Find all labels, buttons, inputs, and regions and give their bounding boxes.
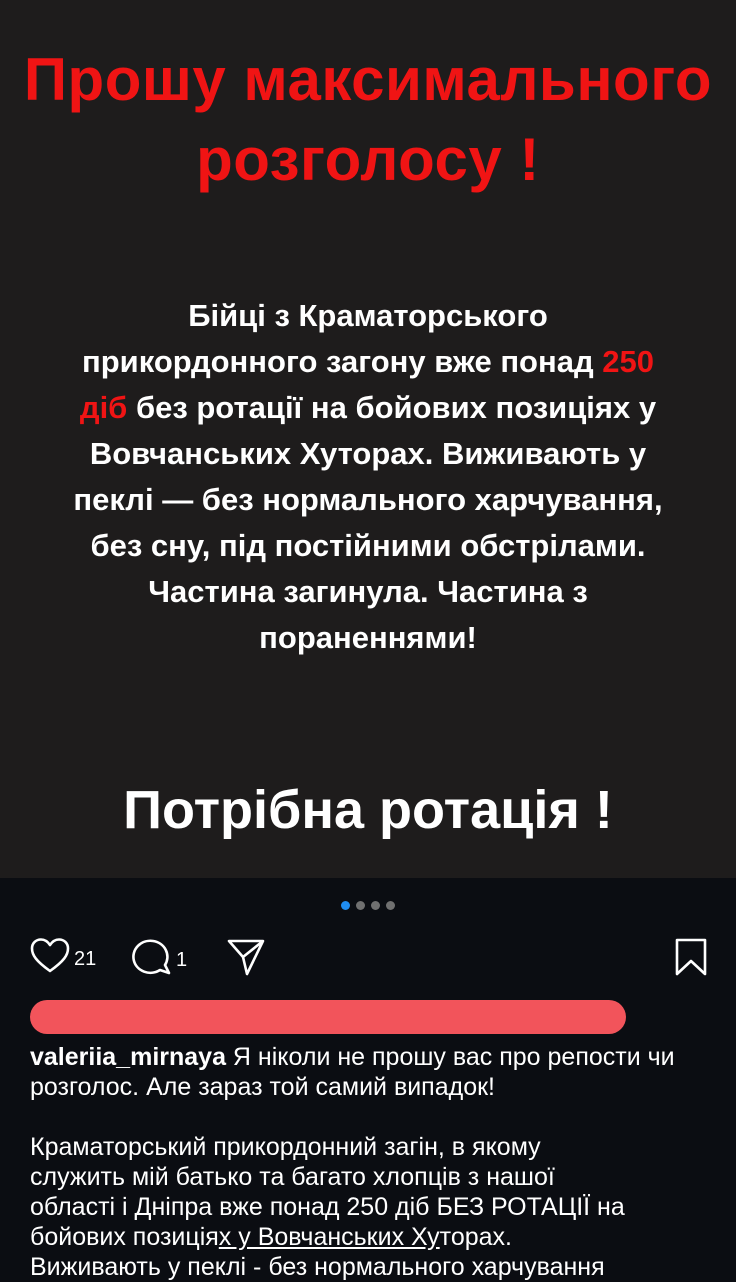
headline-line: розголосу ! [196, 126, 540, 193]
caption-line: бойових позиціях у Вовчанських Хуторах. [30, 1223, 512, 1251]
bookmark-icon[interactable] [674, 937, 708, 977]
highlight-word: діб [79, 390, 128, 425]
redaction-mark [30, 1000, 626, 1034]
share-action[interactable] [226, 937, 266, 977]
appeal-line: Бійці з Краматорського [188, 298, 548, 333]
appeal-line: Частина загинула. Частина з [148, 574, 588, 609]
share-icon[interactable] [226, 937, 266, 977]
caption-paragraph: valeriia_mirnaya Я ніколи не прошу вас п… [30, 1042, 710, 1102]
like-action[interactable]: 21 [30, 937, 96, 975]
comment-action[interactable]: 1 [132, 937, 187, 977]
username[interactable]: valeriia_mirnaya [30, 1043, 226, 1071]
highlight-number: 250 [602, 344, 654, 379]
call-to-action: Потрібна ротація ! [123, 780, 613, 840]
underlined-text: х у Вовчанських Ху [218, 1223, 440, 1251]
comment-icon[interactable] [132, 937, 172, 977]
headline: Прошу максимального розголосу ! [0, 40, 736, 200]
caption-line: Виживають у пеклі - без нормального харч… [30, 1253, 605, 1281]
appeal-line: Вовчанських Хуторах. Виживають у [89, 436, 647, 471]
comment-count[interactable]: 1 [176, 949, 187, 972]
caption-paragraph: Краматорський прикордонний загін, в яком… [30, 1132, 710, 1282]
carousel-dot[interactable] [386, 901, 395, 910]
caption-line: області і Дніпра вже понад 250 діб БЕЗ Р… [30, 1193, 625, 1221]
post-image[interactable]: Прошу максимального розголосу ! Бійці з … [0, 0, 736, 878]
appeal-line: без сну, під постійними обстрілами. [90, 528, 646, 563]
caption-line: Краматорський прикордонний загін, в яком… [30, 1133, 541, 1161]
appeal-line: пораненнями! [259, 620, 477, 655]
heart-icon[interactable] [30, 937, 70, 975]
appeal-text: Бійці з Краматорського прикордонного заг… [0, 293, 736, 661]
appeal-line: прикордонного загону вже понад 250 [82, 344, 654, 379]
headline-line: Прошу максимального [23, 46, 713, 113]
save-action[interactable] [674, 937, 708, 977]
like-count[interactable]: 21 [74, 948, 96, 971]
appeal-line: пеклі — без нормального харчування, [73, 482, 663, 517]
carousel-dot[interactable] [371, 901, 380, 910]
carousel-dot[interactable] [356, 901, 365, 910]
post-actions: 21 1 [30, 937, 708, 981]
carousel-indicator [0, 901, 736, 910]
post-caption: valeriia_mirnaya Я ніколи не прошу вас п… [30, 1042, 710, 1282]
carousel-dot[interactable] [341, 901, 350, 910]
caption-line: служить мій батько та багато хлопців з н… [30, 1163, 555, 1191]
appeal-line: діб без ротації на бойових позиціях у [79, 390, 657, 425]
